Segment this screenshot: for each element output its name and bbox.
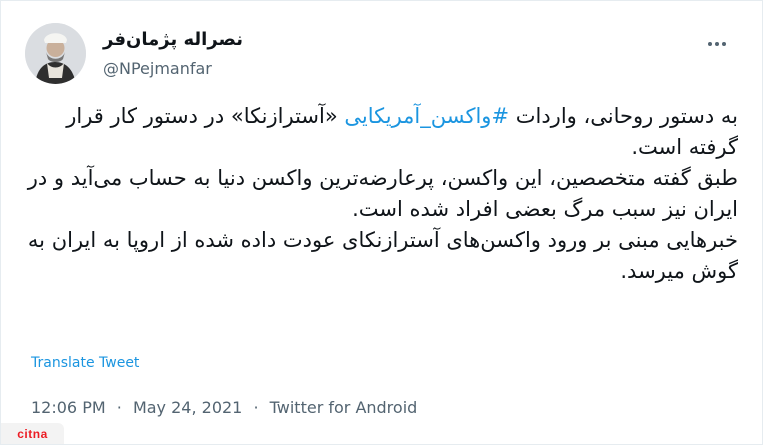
avatar-image — [25, 23, 86, 84]
avatar[interactable] — [25, 23, 86, 84]
more-dots-icon — [715, 42, 719, 46]
tweet-header: نصراله پژمان‌فر @NPejmanfar — [25, 23, 744, 87]
more-dots-icon — [708, 42, 712, 46]
more-dots-icon — [722, 42, 726, 46]
tweet-body: به دستور روحانی، واردات #واکسن_آمریکایی … — [25, 101, 738, 351]
tweet-paragraph: طبق گفته متخصصین، این واکسن، پرعارضه‌تری… — [27, 166, 738, 221]
user-handle[interactable]: @NPejmanfar — [103, 59, 383, 79]
tweet-card: نصراله پژمان‌فر @NPejmanfar به دستور روح… — [0, 0, 763, 445]
separator-dot: · — [116, 398, 122, 417]
more-options-button[interactable] — [704, 35, 730, 53]
tweet-source[interactable]: Twitter for Android — [270, 398, 418, 417]
separator-dot: · — [253, 398, 259, 417]
tweet-time[interactable]: 12:06 PM — [31, 398, 106, 417]
tweet-metadata: 12:06 PM · May 24, 2021 · Twitter for An… — [31, 397, 417, 419]
tweet-date[interactable]: May 24, 2021 — [133, 398, 242, 417]
tweet-paragraph: خبرهایی مبنی بر ورود واکسن‌های آسترازنکا… — [27, 228, 738, 283]
author-info: نصراله پژمان‌فر @NPejmanfar — [103, 29, 383, 79]
citna-watermark: citna — [1, 423, 64, 444]
display-name[interactable]: نصراله پژمان‌فر — [103, 29, 383, 51]
hashtag-link[interactable]: #واکسن_آمریکایی — [344, 104, 509, 128]
translate-tweet-link[interactable]: Translate Tweet — [31, 353, 139, 373]
tweet-paragraph: به دستور روحانی، واردات #واکسن_آمریکایی … — [25, 101, 738, 163]
tweet-text-segment: به دستور روحانی، واردات — [509, 104, 738, 128]
